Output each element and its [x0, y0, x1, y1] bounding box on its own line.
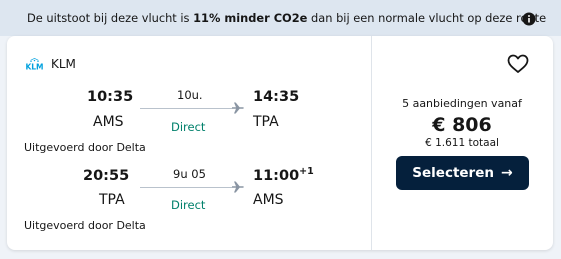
eco-banner: De uitstoot bij deze vlucht is 11% minde…	[0, 0, 561, 36]
leg1-route-line	[140, 108, 232, 109]
leg1-arrive-code: TPA	[253, 114, 279, 130]
svg-text:KLM: KLM	[25, 63, 43, 72]
airline-name: KLM	[51, 57, 76, 71]
leg2-depart-code: TPA	[99, 192, 125, 208]
leg2-arrive-code: AMS	[253, 192, 284, 208]
klm-logo: KLM	[25, 58, 44, 72]
select-button-label: Selecteren	[412, 165, 494, 181]
leg2-depart-time: 20:55	[83, 168, 130, 184]
eco-banner-text-start: De uitstoot bij deze vlucht is	[27, 11, 194, 25]
arrow-right-icon: →	[500, 165, 513, 181]
price: € 806	[432, 114, 492, 136]
plane-icon	[232, 181, 244, 193]
leg2-operated-by: Uitgevoerd door Delta	[24, 219, 146, 232]
eco-banner-text-end: dan bij een normale vlucht op deze route	[307, 11, 547, 25]
select-button[interactable]: Selecteren →	[396, 156, 529, 190]
eco-banner-highlight: 11% minder CO2e	[193, 11, 308, 25]
leg2-route-line	[140, 187, 232, 188]
leg2-arrive-time: 11:00+1	[253, 166, 314, 184]
leg2-day-offset: +1	[299, 166, 314, 177]
info-icon[interactable]	[522, 12, 536, 26]
leg1-arrive-time: 14:35	[253, 89, 299, 105]
leg2-duration: 9u 05	[173, 167, 206, 181]
leg1-operated-by: Uitgevoerd door Delta	[24, 141, 146, 154]
eco-banner-text: De uitstoot bij deze vlucht is 11% minde…	[27, 11, 546, 25]
leg1-depart-time: 10:35	[87, 89, 134, 105]
offers-count: 5 aanbiedingen vanaf	[402, 97, 522, 110]
leg1-stops: Direct	[171, 120, 206, 134]
airline: KLM KLM	[24, 57, 76, 72]
leg1-arrive-time-text: 14:35	[253, 89, 300, 105]
total-price: € 1.611 totaal	[425, 137, 499, 149]
plane-icon	[232, 102, 244, 114]
flight-card[interactable]: KLM KLM 10:35 AMS 10u. Direct 14:35 TPA …	[7, 36, 553, 250]
leg1-depart-code: AMS	[93, 114, 124, 130]
heart-icon[interactable]	[507, 54, 529, 74]
leg1-duration: 10u.	[177, 88, 203, 102]
leg2-stops: Direct	[171, 198, 206, 212]
leg2-arrive-time-text: 11:00	[253, 168, 300, 184]
